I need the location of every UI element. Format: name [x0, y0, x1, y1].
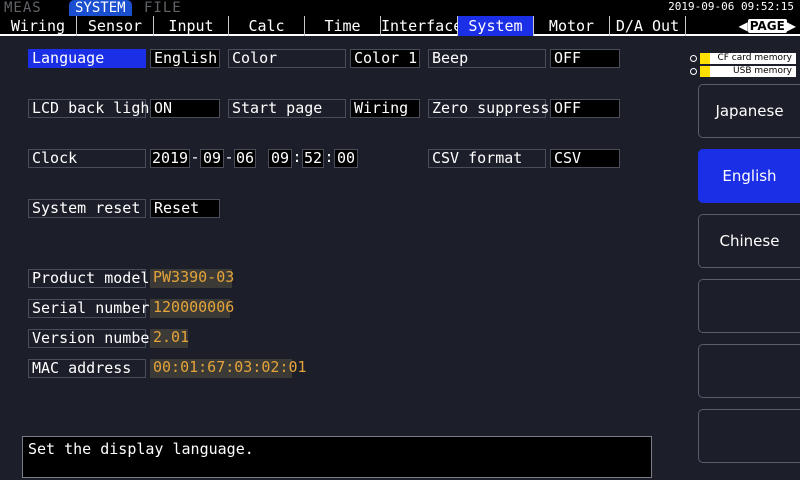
- cf-card-status: CF card memory: [690, 52, 796, 65]
- usb-label: USB memory: [733, 66, 792, 76]
- version-number-label: Version number: [28, 329, 158, 348]
- fkey-empty-5: [698, 344, 800, 398]
- zero-suppress-value[interactable]: OFF: [550, 99, 620, 118]
- date-time-display: 2019-09-06 09:52:15: [668, 0, 794, 13]
- page-left-arrow-icon: ◀: [738, 19, 748, 33]
- zero-suppress-label[interactable]: Zero suppress: [428, 99, 549, 118]
- mode-tab-file[interactable]: FILE: [144, 0, 182, 16]
- mode-tab-meas[interactable]: MEAS: [4, 0, 42, 16]
- language-label[interactable]: Language: [28, 49, 146, 68]
- serial-number-label: Serial number: [28, 299, 149, 318]
- tab-motor[interactable]: Motor: [534, 16, 610, 36]
- tab-sensor[interactable]: Sensor: [77, 16, 154, 36]
- tab-da-out[interactable]: D/A Out: [610, 16, 686, 36]
- beep-value[interactable]: OFF: [550, 49, 620, 68]
- cf-card-indicator-icon: [690, 55, 697, 62]
- lcd-backlight-value[interactable]: ON: [150, 99, 220, 118]
- usb-indicator-icon: [690, 68, 697, 75]
- beep-label[interactable]: Beep: [428, 49, 546, 68]
- usb-memory-status: USB memory: [690, 65, 796, 78]
- page-key[interactable]: ◀ PAGE ▶: [738, 17, 796, 35]
- color-value[interactable]: Color 1: [350, 49, 420, 68]
- product-model-label: Product model: [28, 269, 149, 288]
- fkey-japanese[interactable]: Japanese: [698, 84, 800, 138]
- clock-time-separator: :: [292, 148, 302, 166]
- mode-tab-system[interactable]: SYSTEM: [69, 0, 132, 16]
- system-reset-button[interactable]: Reset: [150, 199, 220, 218]
- clock-year-field[interactable]: 2019: [150, 149, 190, 168]
- tab-wiring[interactable]: Wiring: [0, 16, 77, 36]
- language-value[interactable]: English: [150, 49, 220, 68]
- usb-level-icon: [700, 66, 710, 77]
- start-page-value[interactable]: Wiring: [350, 99, 420, 118]
- start-page-label[interactable]: Start page: [228, 99, 346, 118]
- version-number-value: 2.01: [150, 329, 189, 348]
- lcd-backlight-label[interactable]: LCD back light: [28, 99, 158, 118]
- tab-system[interactable]: System: [458, 16, 534, 36]
- cf-card-label: CF card memory: [717, 53, 792, 63]
- color-label[interactable]: Color: [228, 49, 346, 68]
- clock-minute-field[interactable]: 52: [302, 149, 324, 168]
- clock-month-field[interactable]: 09: [200, 149, 224, 168]
- clock-hour-field[interactable]: 09: [268, 149, 292, 168]
- fkey-empty-4: [698, 279, 800, 333]
- fkey-empty-6: [698, 409, 800, 463]
- mac-address-value: 00:01:67:03:02:01: [150, 359, 307, 378]
- page-key-label: PAGE: [747, 19, 787, 33]
- tab-interface[interactable]: Interface: [381, 16, 462, 36]
- fkey-chinese[interactable]: Chinese: [698, 214, 800, 268]
- clock-label[interactable]: Clock: [28, 149, 146, 168]
- serial-number-value: 120000006: [150, 299, 234, 318]
- clock-second-field[interactable]: 00: [334, 149, 358, 168]
- csv-format-label[interactable]: CSV format: [428, 149, 546, 168]
- clock-day-field[interactable]: 06: [234, 149, 256, 168]
- tab-time[interactable]: Time: [305, 16, 381, 36]
- csv-format-value[interactable]: CSV: [550, 149, 620, 168]
- media-status: CF card memory USB memory: [690, 52, 796, 78]
- clock-date-separator: -: [224, 148, 234, 166]
- mac-address-label: MAC address: [28, 359, 146, 378]
- page-right-arrow-icon: ▶: [786, 19, 796, 33]
- system-reset-label[interactable]: System reset: [28, 199, 146, 218]
- clock-date-separator: -: [190, 148, 200, 166]
- tab-input[interactable]: Input: [154, 16, 229, 36]
- fkey-english[interactable]: English: [698, 149, 800, 203]
- product-model-value: PW3390-03: [150, 269, 234, 288]
- tab-calc[interactable]: Calc: [229, 16, 305, 36]
- help-message: Set the display language.: [22, 436, 652, 478]
- clock-time-separator: :: [324, 148, 334, 166]
- cf-card-level-icon: [700, 53, 710, 64]
